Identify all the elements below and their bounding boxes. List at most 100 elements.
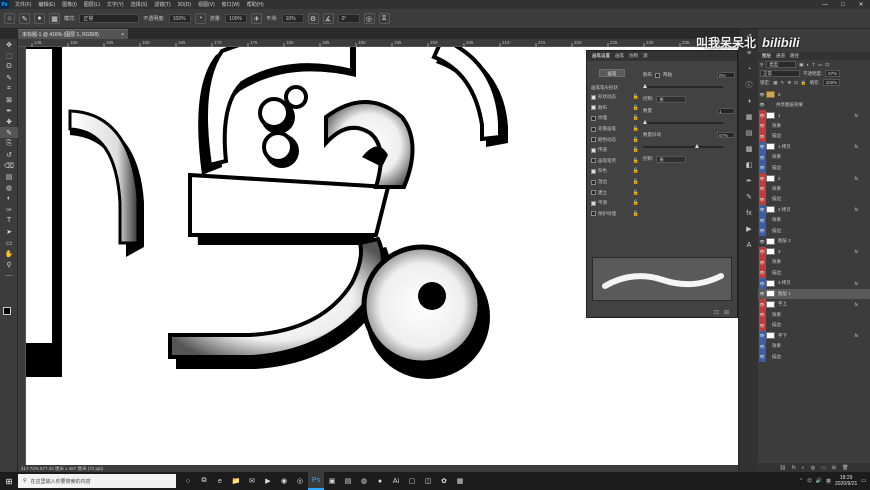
tab-source[interactable]: 源: [643, 53, 648, 59]
notifications-icon[interactable]: ▭: [861, 478, 866, 484]
type-icon[interactable]: T: [0, 215, 18, 226]
glyphs-icon[interactable]: A: [739, 237, 759, 253]
brush-effect-checkbox[interactable]: [591, 158, 596, 164]
brush-panel-toggle-icon[interactable]: ▦: [49, 13, 60, 24]
brush-effect-item[interactable]: 建立 🔓: [591, 187, 639, 198]
gradient-panel-icon[interactable]: ▤: [739, 125, 759, 141]
tab-brush-settings[interactable]: 画笔设置: [592, 53, 610, 59]
quick-select-icon[interactable]: ✎: [0, 72, 18, 83]
brush-effect-checkbox[interactable]: [591, 190, 596, 196]
visibility-eye-icon[interactable]: 👁: [758, 197, 766, 202]
path-select-icon[interactable]: ➤: [0, 226, 18, 237]
vertical-ruler[interactable]: [18, 47, 26, 465]
foreground-color-swatch[interactable]: [3, 307, 11, 315]
visibility-eye-icon[interactable]: 👁: [758, 134, 766, 139]
lock-icon[interactable]: 🔓: [633, 126, 639, 132]
visibility-eye-icon[interactable]: 👁: [758, 144, 766, 149]
channels-icon[interactable]: ◧: [739, 157, 759, 173]
brushes-button[interactable]: 画笔: [599, 69, 625, 77]
filter-shape-icon[interactable]: ▭: [818, 62, 822, 68]
opacity-field[interactable]: 100%: [168, 14, 191, 23]
pen-icon[interactable]: ✑: [0, 204, 18, 215]
layer-effect-row[interactable]: 👁 描边: [758, 267, 870, 278]
menu-view[interactable]: 视图(V): [198, 1, 215, 8]
layer-fx-icon[interactable]: fx: [854, 333, 858, 338]
taskbar-app-icon[interactable]: ▣: [324, 472, 340, 490]
layer-opacity-field[interactable]: 67%: [825, 70, 841, 77]
control-select[interactable]: 关: [656, 95, 687, 103]
layer-effect-row[interactable]: 👁 效果: [758, 257, 870, 268]
visibility-eye-icon[interactable]: 👁: [758, 344, 766, 349]
minimize-button[interactable]: —: [816, 0, 834, 9]
more-icon[interactable]: ⋯: [0, 270, 18, 281]
taskbar-app-icon[interactable]: Ps: [308, 472, 324, 490]
brushes-icon[interactable]: ✎: [739, 189, 759, 205]
visibility-eye-icon[interactable]: 👁: [758, 323, 766, 328]
taskbar-app-icon[interactable]: ◎: [292, 472, 308, 490]
lock-all-icon[interactable]: 🔒: [801, 80, 807, 86]
taskbar-app-icon[interactable]: ▶: [260, 472, 276, 490]
menu-type[interactable]: 文字(Y): [107, 1, 124, 8]
marquee-icon[interactable]: ⬚: [0, 50, 18, 61]
lock-icon[interactable]: 🔓: [633, 211, 639, 217]
move-icon[interactable]: ✥: [0, 39, 18, 50]
pressure-size-icon[interactable]: ◎: [363, 13, 375, 24]
toggle-hardness-icon[interactable]: ⊡: [714, 309, 719, 316]
smoothing-field[interactable]: 10%: [281, 14, 304, 23]
layer-row[interactable]: 👁 图层 1: [758, 288, 870, 299]
delete-layer-icon[interactable]: 🗑: [842, 465, 848, 471]
document-close-icon[interactable]: ×: [121, 32, 124, 38]
layer-fx-icon[interactable]: fx: [854, 207, 858, 212]
blur-icon[interactable]: ◍: [0, 182, 18, 193]
layer-row[interactable]: 👁 1 拷贝 fx: [758, 141, 870, 152]
brush-effect-item[interactable]: 散布 🔓: [591, 103, 639, 114]
count-jitter-slider-knob[interactable]: [695, 144, 700, 148]
visibility-eye-icon[interactable]: 👁: [758, 176, 766, 181]
taskbar-app-icon[interactable]: ◉: [276, 472, 292, 490]
brush-effect-checkbox[interactable]: [591, 168, 596, 174]
visibility-eye-icon[interactable]: 👁: [758, 155, 766, 160]
frame-icon[interactable]: ⊠: [0, 94, 18, 105]
layer-row[interactable]: 👁 2 fx: [758, 173, 870, 184]
layer-row[interactable]: 👁 字下 fx: [758, 330, 870, 341]
visibility-eye-icon[interactable]: 👁: [758, 228, 766, 233]
swatches-icon[interactable]: ▦: [739, 109, 759, 125]
tab-clone[interactable]: 仿制: [629, 53, 638, 59]
brush-effect-item[interactable]: 杂色 🔓: [591, 166, 639, 177]
layer-effect-row[interactable]: 👁 描边: [758, 320, 870, 331]
lock-pixels-icon[interactable]: ✎: [781, 80, 785, 86]
lock-transparent-icon[interactable]: ▦: [773, 80, 777, 86]
layer-row[interactable]: 👁 1 fx: [758, 110, 870, 121]
lock-icon[interactable]: 🔓: [633, 115, 639, 121]
count-jitter-value-field[interactable]: 67%: [717, 132, 735, 138]
layer-row[interactable]: 👁 3 fx: [758, 246, 870, 257]
brush-effect-checkbox[interactable]: [591, 126, 596, 132]
layer-row[interactable]: 👁 共享图层效果: [758, 100, 870, 111]
layer-row[interactable]: 👁 3 拷贝 fx: [758, 278, 870, 289]
blend-mode-select[interactable]: 正常: [760, 70, 800, 77]
home-icon[interactable]: ⌂: [4, 13, 15, 24]
brush-effect-checkbox[interactable]: [591, 105, 596, 111]
scatter-slider-knob[interactable]: [643, 84, 647, 88]
filter-type-icon[interactable]: T: [812, 62, 815, 67]
symmetry-icon[interactable]: ⧖: [378, 13, 390, 24]
layer-effect-row[interactable]: 👁 描边: [758, 225, 870, 236]
brush-effect-checkbox[interactable]: [591, 115, 596, 121]
layer-fx-icon[interactable]: fx: [854, 176, 858, 181]
layer-fx-icon[interactable]: fx: [854, 302, 858, 307]
layer-fx-icon[interactable]: fx: [854, 113, 858, 118]
visibility-eye-icon[interactable]: 👁: [758, 207, 766, 212]
taskbar-app-icon[interactable]: ▤: [340, 472, 356, 490]
input-method-indicator[interactable]: 英: [826, 478, 831, 485]
layer-effect-row[interactable]: 👁 描边: [758, 351, 870, 362]
visibility-eye-icon[interactable]: 👁: [758, 281, 766, 286]
lock-icon[interactable]: 🔓: [633, 94, 639, 100]
tab-layers[interactable]: 图层: [762, 53, 771, 59]
count-value-field[interactable]: 1: [717, 108, 735, 114]
menu-filter[interactable]: 滤镜(T): [154, 1, 170, 8]
brush-tip-shape-item[interactable]: 画笔笔尖形状: [591, 83, 639, 92]
visibility-eye-icon[interactable]: 👁: [758, 354, 766, 359]
stamp-icon[interactable]: ⎘: [0, 138, 18, 149]
layer-effect-row[interactable]: 👁 效果: [758, 152, 870, 163]
actions-icon[interactable]: ▶: [739, 221, 759, 237]
